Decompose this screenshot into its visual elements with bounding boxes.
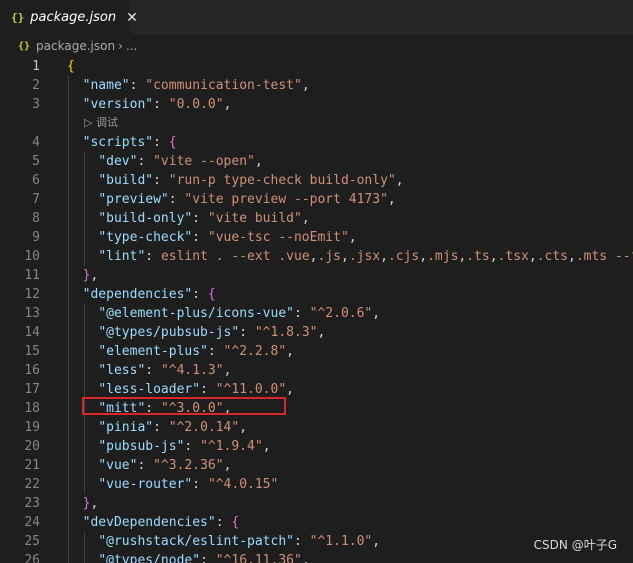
- line-number: 8: [32, 211, 40, 226]
- line-number: 5: [32, 154, 40, 169]
- line-number: 11: [24, 268, 40, 283]
- breadcrumb-more[interactable]: ...: [126, 39, 137, 53]
- code-text: "name": "communication-test",: [82, 78, 310, 93]
- line-number: 13: [24, 306, 40, 321]
- indent-guide: [68, 76, 69, 563]
- code-text: "@types/node": "^16.11.36",: [98, 553, 310, 563]
- code-text: "build-only": "vite build",: [98, 211, 310, 226]
- code-text: "@types/pubsub-js": "^1.8.3",: [98, 325, 326, 340]
- tab-bar: {} package.json ✕: [0, 0, 633, 35]
- line-number: 23: [24, 496, 40, 511]
- code-text: "dependencies": {: [82, 287, 216, 302]
- code-text: "lint": eslint . --ext .vue,.js,.jsx,.cj…: [98, 249, 633, 264]
- code-line[interactable]: 22 "vue-router": "^4.0.15": [0, 475, 633, 494]
- code-line[interactable]: 19 "pinia": "^2.0.14",: [0, 418, 633, 437]
- code-line[interactable]: 3 "version": "0.0.0",: [0, 95, 633, 114]
- code-text: "vue-router": "^4.0.15": [98, 477, 279, 492]
- code-text: "type-check": "vue-tsc --noEmit",: [98, 230, 357, 245]
- line-number: 26: [24, 553, 40, 563]
- code-line[interactable]: 21 "vue": "^3.2.36",: [0, 456, 633, 475]
- line-number: 3: [32, 97, 40, 112]
- line-number: 24: [24, 515, 40, 530]
- line-number: 19: [24, 420, 40, 435]
- code-text: "vue": "^3.2.36",: [98, 458, 232, 473]
- code-line[interactable]: 6 "build": "run-p type-check build-only"…: [0, 171, 633, 190]
- code-line[interactable]: 7 "preview": "vite preview --port 4173",: [0, 190, 633, 209]
- highlight-box: [82, 397, 286, 415]
- line-number: 12: [24, 287, 40, 302]
- line-number: 21: [24, 458, 40, 473]
- code-text: {: [67, 59, 75, 74]
- code-text: "element-plus": "^2.2.8",: [98, 344, 294, 359]
- code-line[interactable]: 4 "scripts": {: [0, 133, 633, 152]
- debug-codelens[interactable]: ▷ 调试: [84, 115, 118, 131]
- code-text: "pubsub-js": "^1.9.4",: [98, 439, 271, 454]
- code-text: },: [82, 268, 99, 283]
- code-text: "build": "run-p type-check build-only",: [98, 173, 404, 188]
- code-line[interactable]: 23 },: [0, 494, 633, 513]
- code-text: "preview": "vite preview --port 4173",: [98, 192, 396, 207]
- code-line[interactable]: 10 "lint": eslint . --ext .vue,.js,.jsx,…: [0, 247, 633, 266]
- line-number: 20: [24, 439, 40, 454]
- line-number: 6: [32, 173, 40, 188]
- code-line[interactable]: 12 "dependencies": {: [0, 285, 633, 304]
- line-number: 1: [32, 59, 40, 74]
- code-line[interactable]: 5 "dev": "vite --open",: [0, 152, 633, 171]
- codelens-label: 调试: [95, 116, 118, 129]
- code-line[interactable]: 8 "build-only": "vite build",: [0, 209, 633, 228]
- indent-guide: [84, 532, 85, 563]
- code-line[interactable]: 13 "@element-plus/icons-vue": "^2.0.6",: [0, 304, 633, 323]
- code-line[interactable]: 24 "devDependencies": {: [0, 513, 633, 532]
- code-line[interactable]: 9 "type-check": "vue-tsc --noEmit",: [0, 228, 633, 247]
- breadcrumb: {} package.json › ...: [0, 35, 633, 57]
- line-number: 7: [32, 192, 40, 207]
- tab-package-json[interactable]: {} package.json ✕: [0, 0, 138, 35]
- breadcrumb-file[interactable]: package.json: [36, 39, 115, 53]
- line-number: 25: [24, 534, 40, 549]
- code-line[interactable]: 20 "pubsub-js": "^1.9.4",: [0, 437, 633, 456]
- line-number: 4: [32, 135, 40, 150]
- code-line[interactable]: 14 "@types/pubsub-js": "^1.8.3",: [0, 323, 633, 342]
- code-text: "@rushstack/eslint-patch": "^1.1.0",: [98, 534, 381, 549]
- code-line[interactable]: 15 "element-plus": "^2.2.8",: [0, 342, 633, 361]
- line-number: 2: [32, 78, 40, 93]
- play-icon: ▷: [84, 116, 96, 129]
- line-number: 22: [24, 477, 40, 492]
- tab-title: package.json: [30, 10, 117, 25]
- indent-guide: [84, 152, 85, 266]
- code-text: },: [82, 496, 99, 511]
- code-text: "dev": "vite --open",: [98, 154, 263, 169]
- line-number: 14: [24, 325, 40, 340]
- code-text: "less": "^4.1.3",: [98, 363, 232, 378]
- code-text: "scripts": {: [82, 135, 177, 150]
- watermark: CSDN @叶子G: [533, 538, 617, 552]
- code-line[interactable]: 16 "less": "^4.1.3",: [0, 361, 633, 380]
- code-editor[interactable]: 1{2 "name": "communication-test", 3 "vers…: [0, 57, 633, 563]
- line-number: 10: [24, 249, 40, 264]
- code-text: "@element-plus/icons-vue": "^2.0.6",: [98, 306, 381, 321]
- line-number: 16: [24, 363, 40, 378]
- code-line[interactable]: 2 "name": "communication-test",: [0, 76, 633, 95]
- code-text: "devDependencies": {: [82, 515, 240, 530]
- line-number: 15: [24, 344, 40, 359]
- chevron-right-icon: ›: [118, 39, 123, 53]
- code-line[interactable]: 11 },: [0, 266, 633, 285]
- code-line[interactable]: 1{: [0, 57, 633, 76]
- line-number: 17: [24, 382, 40, 397]
- json-braces-icon: {}: [11, 11, 25, 24]
- line-number: 9: [32, 230, 40, 245]
- code-text: "version": "0.0.0",: [82, 97, 232, 112]
- json-braces-icon: {}: [18, 40, 31, 52]
- code-text: "pinia": "^2.0.14",: [98, 420, 248, 435]
- close-icon[interactable]: ✕: [126, 10, 138, 26]
- line-number: 18: [24, 401, 40, 416]
